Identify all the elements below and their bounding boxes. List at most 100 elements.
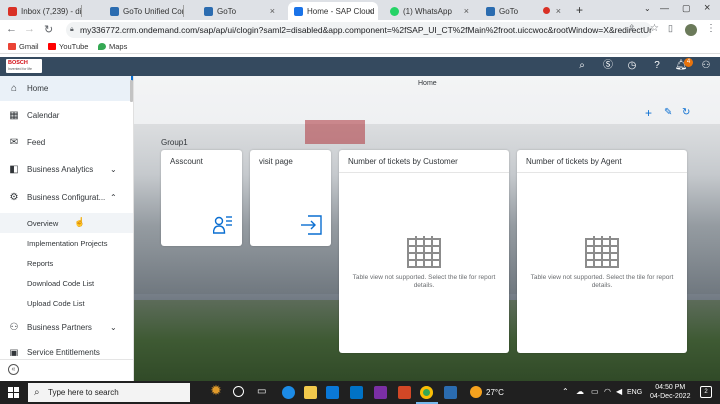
battery-icon[interactable]: ▭ — [591, 387, 599, 396]
tab-goto-unified[interactable]: GoTo Unified Con — [104, 2, 184, 20]
minimize-icon[interactable]: — — [660, 3, 669, 13]
mail-icon[interactable] — [350, 386, 363, 399]
search-icon[interactable]: ⌕ — [575, 59, 589, 73]
sidebar-scrollbar[interactable] — [130, 80, 133, 102]
bookmark-star-icon[interactable]: ☆ — [650, 23, 659, 34]
sidebar-item-service-entitlements[interactable]: ▣ Service Entitlements — [0, 342, 133, 356]
windows-start-icon[interactable] — [8, 387, 19, 398]
maps-icon — [98, 43, 106, 50]
bookmark-youtube[interactable]: YouTube — [48, 42, 88, 51]
tile-tickets-by-customer[interactable]: Number of tickets by Customer Table view… — [339, 150, 509, 353]
tab-whatsapp[interactable]: (1) WhatsApp × — [384, 2, 474, 20]
sidebar-item-business-partners[interactable]: ⚇ Business Partners ⌄ — [0, 315, 133, 340]
tab-gmail[interactable]: Inbox (7,239) - div — [2, 2, 82, 20]
chevron-down-icon[interactable]: ⌄ — [110, 323, 117, 332]
bookmark-maps[interactable]: Maps — [98, 42, 127, 51]
sidebar-subitem-implementation-projects[interactable]: Implementation Projects — [0, 233, 133, 253]
table-icon — [407, 236, 441, 268]
edge-icon[interactable] — [282, 386, 295, 399]
tab-label: GoTo — [217, 6, 237, 16]
chevron-down-icon[interactable]: ⌄ — [110, 165, 117, 174]
language-indicator[interactable]: ENG — [627, 389, 642, 396]
notification-badge: 4 — [684, 58, 693, 67]
help-icon[interactable]: ? — [650, 59, 664, 73]
onenote-icon[interactable] — [374, 386, 387, 399]
browser-tab-strip: Inbox (7,239) - div GoTo Unified Con GoT… — [0, 0, 720, 20]
table-icon — [585, 236, 619, 268]
sidebar-subitem-download-code-list[interactable]: Download Code List — [0, 273, 133, 293]
menu-dots-icon[interactable]: ⋮ — [706, 23, 716, 34]
task-view-icon[interactable]: ▭ — [257, 386, 266, 397]
sidebar-subitem-overview[interactable]: Overview ☝ — [0, 213, 133, 233]
close-tab-icon[interactable]: × — [556, 6, 561, 16]
close-tab-icon[interactable]: × — [464, 6, 469, 16]
user-list-icon — [213, 216, 232, 234]
logo-tagline: Invented for life — [8, 67, 32, 71]
sidebar-item-business-analytics[interactable]: ◧ Business Analytics ⌄ — [0, 157, 133, 182]
taskbar-clock[interactable]: 04:50 PM 04-Dec-2022 — [650, 383, 690, 401]
chrome-icon[interactable] — [420, 386, 433, 399]
cortana-icon[interactable] — [233, 386, 244, 397]
close-tab-icon[interactable]: × — [270, 6, 275, 16]
sap-shell-header: BOSCH Invented for life ⌕ Ⓢ ◷ ? 🔔︎ 4 ⚇ — [0, 57, 720, 76]
collapse-icon[interactable]: « — [8, 364, 19, 375]
forward-icon[interactable]: → — [24, 23, 35, 35]
sidebar-item-calendar[interactable]: ▦ Calendar — [0, 103, 133, 128]
currency-icon[interactable]: Ⓢ — [601, 59, 615, 73]
close-tab-icon[interactable]: × — [368, 6, 373, 16]
sidebar-subitem-upload-code-list[interactable]: Upload Code List — [0, 293, 133, 313]
goto-icon — [486, 6, 495, 16]
bookmark-gmail[interactable]: Gmail — [8, 42, 39, 51]
refresh-icon[interactable]: ↻ — [682, 107, 690, 118]
sidebar-subitem-reports[interactable]: Reports — [0, 253, 133, 273]
tray-expand-icon[interactable]: ⌃ — [562, 387, 569, 396]
back-icon[interactable]: ← — [6, 23, 17, 35]
recent-icon[interactable]: ◷ — [625, 59, 639, 73]
powerpoint-icon[interactable] — [398, 386, 411, 399]
sidebar-item-business-configuration[interactable]: ⚙ Business Configurat... ⌃ — [0, 185, 133, 210]
chevron-down-icon[interactable]: ⌄ — [644, 4, 651, 13]
tile-visit-page[interactable]: visit page — [250, 150, 331, 246]
tab-sap-home[interactable]: Home - SAP Cloud × — [288, 2, 378, 20]
lock-icon: 🔒︎ — [70, 26, 74, 33]
sidebar-item-home[interactable]: ⌂ Home — [0, 76, 133, 101]
analytics-icon: ◧ — [9, 163, 19, 175]
store-icon[interactable] — [326, 386, 339, 399]
tile-divider — [517, 172, 687, 173]
weather-temperature[interactable]: 27°C — [486, 388, 504, 397]
entitlements-icon: ▣ — [9, 348, 19, 356]
maximize-icon[interactable]: ▢ — [682, 3, 691, 14]
tab-goto[interactable]: GoTo × — [198, 2, 280, 20]
edit-icon[interactable]: ✎ — [664, 107, 672, 118]
tile-tickets-by-agent[interactable]: Number of tickets by Agent Table view no… — [517, 150, 687, 353]
address-bar-row: ← → ↻ 🔒︎ my336772.crm.ondemand.com/sap/a… — [0, 20, 720, 40]
volume-icon[interactable]: ◀ — [616, 387, 622, 396]
profile-avatar[interactable] — [685, 24, 697, 36]
notification-center-icon[interactable]: 2 — [700, 386, 712, 398]
sidebar-subitem-label: Upload Code List — [27, 298, 85, 308]
tab-label: Home - SAP Cloud — [307, 6, 375, 16]
tab-goto-2[interactable]: GoTo × — [480, 2, 566, 20]
enter-icon — [301, 215, 322, 235]
reload-icon[interactable]: ↻ — [44, 23, 53, 36]
close-window-icon[interactable]: × — [704, 2, 710, 14]
new-tab-button[interactable]: + — [576, 3, 583, 17]
extensions-icon[interactable]: ▯ — [668, 23, 673, 34]
url-input[interactable]: 🔒︎ my336772.crm.ondemand.com/sap/ap/ui/c… — [66, 22, 652, 38]
sidebar-item-label: Home — [27, 84, 49, 93]
sidebar-item-label: Feed — [27, 138, 46, 147]
taskbar-search-input[interactable]: ⌕ Type here to search ✹ — [28, 382, 222, 402]
cloud-icon[interactable]: ☁ — [576, 387, 584, 396]
add-icon[interactable]: + — [645, 106, 652, 120]
sidebar-item-feed[interactable]: ✉ Feed — [0, 130, 133, 155]
bookmark-label: Gmail — [19, 42, 39, 51]
tab-label: GoTo — [499, 6, 519, 16]
wifi-icon[interactable]: ◠ — [604, 387, 611, 396]
tile-asscount[interactable]: Asscount — [161, 150, 242, 246]
file-explorer-icon[interactable] — [304, 386, 317, 399]
chevron-up-icon[interactable]: ⌃ — [110, 193, 117, 202]
share-icon[interactable]: ⇪ — [628, 23, 636, 34]
user-menu-icon[interactable]: ⚇ — [699, 59, 713, 73]
bosch-logo[interactable]: BOSCH Invented for life — [6, 59, 42, 73]
teams-icon[interactable] — [444, 386, 457, 399]
